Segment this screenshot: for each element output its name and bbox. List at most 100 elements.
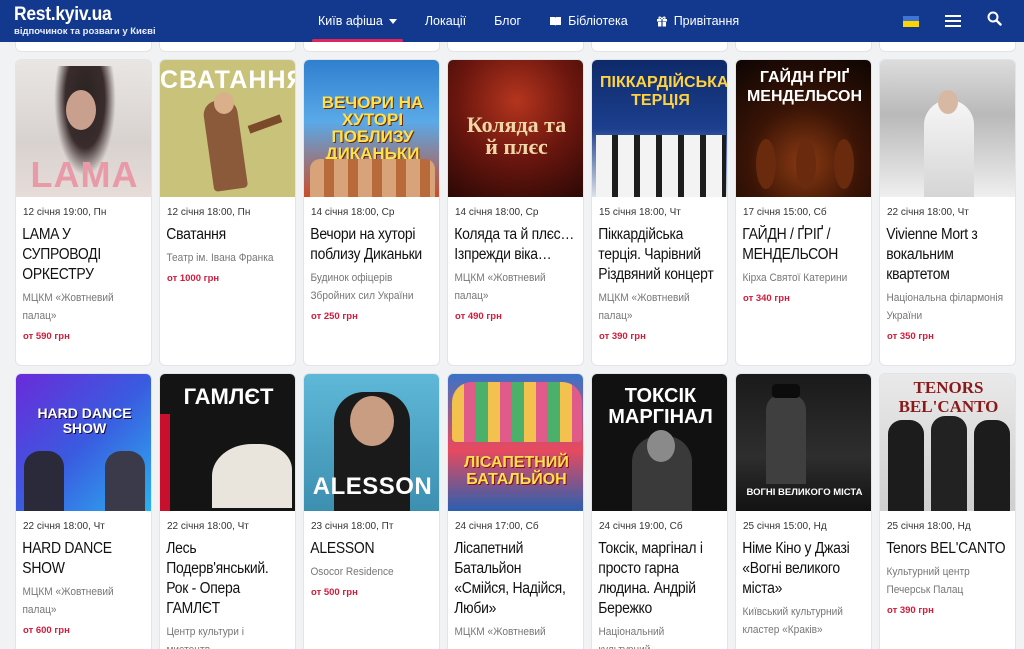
gift-icon: [656, 15, 668, 27]
event-title[interactable]: ALESSON: [304, 539, 439, 559]
event-card[interactable]: СВАТАННЯ 12 січня 18:00, Пн Сватання Теа…: [159, 59, 296, 366]
event-date: 25 січня 15:00, Нд: [743, 521, 827, 532]
event-poster: ПІККАРДІЙСЬКА ТЕРЦІЯ: [592, 60, 727, 197]
event-venue: Центр культури і мистецтв: [166, 626, 245, 649]
event-title[interactable]: Сватання: [160, 225, 295, 245]
poster-text: Коляда та й плєс: [466, 112, 567, 159]
event-venue: Osocor Residence: [310, 566, 394, 578]
card-partial: [15, 42, 152, 52]
poster-text: ТОКСІК МАРГІНАЛ: [608, 385, 713, 428]
event-card[interactable]: 22 січня 18:00, Чт Vivienne Mort з вокаль…: [879, 59, 1016, 366]
event-poster: [880, 60, 1015, 197]
event-date: 22 січня 18:00, Чт: [167, 521, 249, 532]
main-nav: Київ афіша Локації Блог Бібліотека Приві…: [312, 0, 767, 42]
event-price: от 340 грн: [743, 293, 790, 304]
event-title[interactable]: Vivienne Mort з вокальним квартетом: [880, 225, 1015, 285]
event-title[interactable]: LAMA У СУПРОВОДІ ОРКЕСТРУ: [16, 225, 151, 285]
event-title[interactable]: Лісапетний Батальйон «Смійся, Надійся, Люби…: [448, 539, 583, 619]
nav-library[interactable]: Бібліотека: [549, 0, 628, 42]
event-venue: МЦКМ «Жовтневий палац»: [22, 586, 114, 616]
nav-label: Бібліотека: [568, 14, 628, 28]
event-date: 17 січня 15:00, Сб: [743, 207, 827, 218]
site-logo[interactable]: Rest.kyiv.ua відпочинок та розваги у Киє…: [14, 4, 156, 37]
event-date: 22 січня 18:00, Чт: [887, 207, 969, 218]
event-card[interactable]: HARD DANCE SHOW 22 січня 18:00, Чт HARD …: [15, 373, 152, 649]
event-title[interactable]: ГАЙДН / ҐРІҐ / МЕНДЕЛЬСОН: [736, 225, 871, 265]
event-venue: МЦКМ «Жовтневий палац»: [22, 292, 114, 322]
event-date: 24 січня 17:00, Сб: [455, 521, 539, 532]
event-card[interactable]: ЛІСАПЕТНИЙ БАТАЛЬЙОН 24 січня 17:00, Сб …: [447, 373, 584, 649]
nav-label: Блог: [494, 14, 522, 28]
search-icon[interactable]: [987, 11, 1002, 31]
event-venue: МЦКМ «Жовтневий палац»: [598, 292, 690, 322]
event-venue: Кірха Святої Катерини: [742, 272, 848, 284]
event-price: от 590 грн: [23, 331, 70, 342]
event-venue: Національний культурний: [598, 626, 665, 649]
header-actions: [903, 0, 1024, 42]
event-title[interactable]: Tenors BEL'CANTO: [880, 539, 1015, 559]
event-venue: МЦКМ «Жовтневий: [454, 626, 546, 638]
event-card[interactable]: TENORS BEL'CANTO 25 січня 18:00, Нд Teno…: [879, 373, 1016, 649]
event-date: 15 січня 18:00, Чт: [599, 207, 681, 218]
nav-blog[interactable]: Блог: [494, 0, 521, 42]
poster-text: ГАМЛЄТ: [183, 384, 274, 409]
event-card[interactable]: Коляда та й плєс 14 січня 18:00, Ср Коля…: [447, 59, 584, 366]
event-card[interactable]: ВЕЧОРИ НА ХУТОРІ ПОБЛИЗУ ДИКАНЬКИ 14 січ…: [303, 59, 440, 366]
nav-label: Локації: [424, 14, 467, 28]
nav-label: Київ афіша: [318, 14, 383, 28]
logo-subtitle: відпочинок та розваги у Києві: [14, 26, 156, 37]
event-poster: ГАМЛЄТ: [160, 374, 295, 511]
event-card[interactable]: LAMA 12 січня 19:00, Пн LAMA У СУПРОВОДІ О…: [15, 59, 152, 366]
chevron-down-icon: [388, 18, 397, 24]
poster-text: ВОГНІ ВЕЛИКОГО МІСТА: [746, 486, 863, 498]
event-date: 12 січня 19:00, Пн: [23, 207, 107, 218]
event-title[interactable]: Лесь Подерв'янський. Рок - Опера ГАМЛЄТ: [160, 539, 295, 619]
event-card[interactable]: ALESSON 23 січня 18:00, Пт ALESSON Osoco…: [303, 373, 440, 649]
event-venue: Національна філармонія України: [886, 292, 1004, 322]
event-card[interactable]: ВОГНІ ВЕЛИКОГО МІСТА 25 січня 15:00, Нд …: [735, 373, 872, 649]
poster-text: СВАТАННЯ: [160, 66, 296, 94]
card-partial: [591, 42, 728, 52]
event-price: от 490 грн: [455, 311, 502, 322]
poster-text: TENORS BEL'CANTO: [898, 378, 999, 416]
nav-label: Привітання: [673, 14, 740, 28]
site-header: Rest.kyiv.ua відпочинок та розваги у Киє…: [0, 0, 1024, 42]
event-venue: Театр ім. Івана Франка: [166, 252, 274, 264]
event-title[interactable]: Вечори на хуторі поблизу Диканьки: [304, 225, 439, 265]
card-partial: [447, 42, 584, 52]
event-title[interactable]: Піккардійська терція. Чарівний Різдвяний к…: [592, 225, 727, 285]
event-poster: ТОКСІК МАРГІНАЛ: [592, 374, 727, 511]
nav-greetings[interactable]: Привітання: [656, 0, 739, 42]
nav-locations[interactable]: Локації: [425, 0, 466, 42]
event-date: 14 січня 18:00, Ср: [311, 207, 395, 218]
event-card[interactable]: ПІККАРДІЙСЬКА ТЕРЦІЯ 15 січня 18:00, Чт …: [591, 59, 728, 366]
event-price: от 1000 грн: [167, 273, 220, 284]
event-poster: ALESSON: [304, 374, 439, 511]
ukraine-flag-icon[interactable]: [903, 15, 919, 27]
event-title[interactable]: HARD DANCE SHOW: [16, 539, 151, 579]
event-poster: СВАТАННЯ: [160, 60, 296, 197]
event-poster: LAMA: [16, 60, 151, 197]
event-card[interactable]: ГАМЛЄТ 22 січня 18:00, Чт Лесь Подерв'янс…: [159, 373, 296, 649]
event-poster: HARD DANCE SHOW: [16, 374, 151, 511]
event-card[interactable]: ГАЙДН ҐРІҐ МЕНДЕЛЬСОН 17 січня 15:00, Сб…: [735, 59, 872, 366]
event-title[interactable]: Токсік, маргінал і просто гарна людина. Ан…: [592, 539, 727, 619]
event-card[interactable]: ТОКСІК МАРГІНАЛ 24 січня 19:00, Сб Токсі…: [591, 373, 728, 649]
event-title[interactable]: Коляда та й плєс… Ізпрежди віка…: [448, 225, 583, 265]
card-partial: [879, 42, 1016, 52]
menu-icon[interactable]: [945, 12, 961, 30]
card-partial: [159, 42, 296, 52]
event-price: от 350 грн: [887, 331, 934, 342]
event-poster: ЛІСАПЕТНИЙ БАТАЛЬЙОН: [448, 374, 583, 511]
poster-text: ЛІСАПЕТНИЙ БАТАЛЬЙОН: [464, 454, 569, 488]
event-date: 22 січня 18:00, Чт: [23, 521, 105, 532]
event-title[interactable]: Німе Кіно у Джазі «Вогні великого міста»: [736, 539, 871, 599]
nav-kyiv-afisha[interactable]: Київ афіша: [312, 0, 403, 42]
event-date: 24 січня 19:00, Сб: [599, 521, 683, 532]
card-partial: [303, 42, 440, 52]
event-price: от 250 грн: [311, 311, 358, 322]
poster-text: ВЕЧОРИ НА ХУТОРІ ПОБЛИЗУ ДИКАНЬКИ: [321, 93, 424, 163]
card-partial: [735, 42, 872, 52]
event-poster: TENORS BEL'CANTO: [880, 374, 1015, 511]
event-price: от 390 грн: [887, 605, 934, 616]
